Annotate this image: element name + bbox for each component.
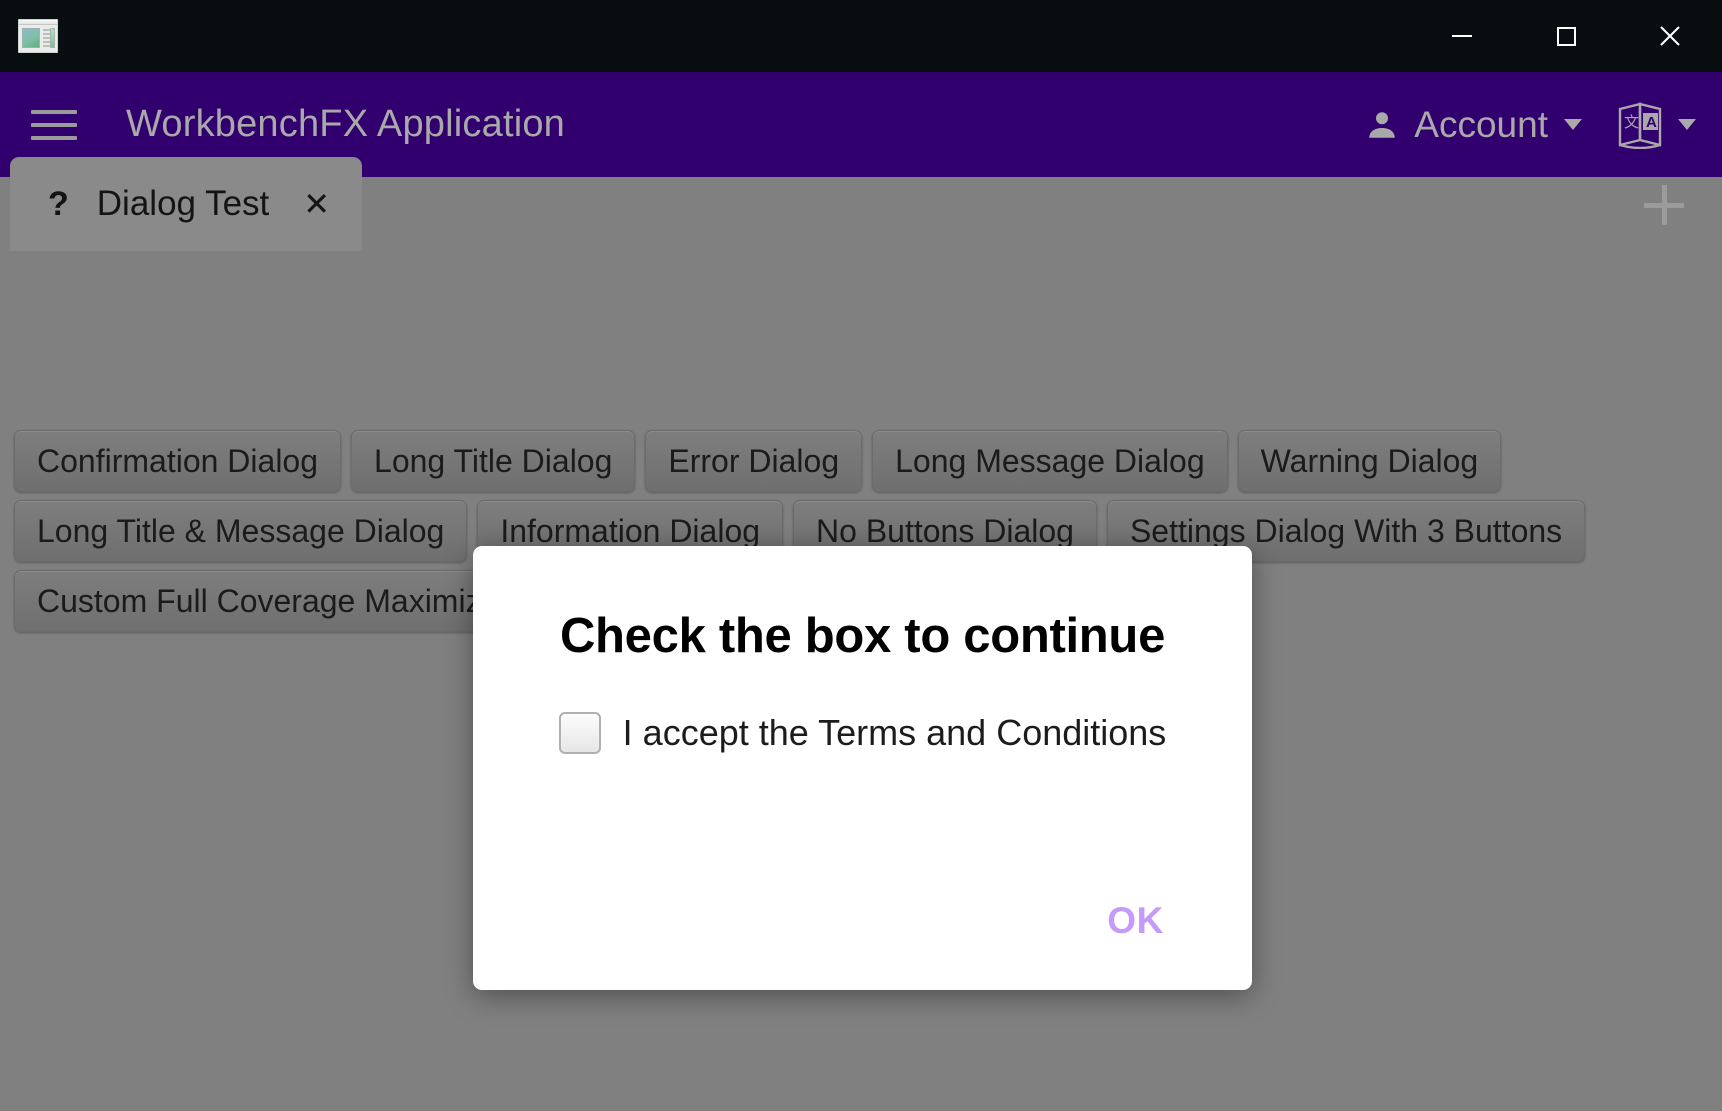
language-menu-button[interactable]: 文 A [1616,101,1696,149]
content-area: Confirmation Dialog Long Title Dialog Er… [0,177,1722,1111]
person-icon [1369,111,1396,138]
translate-icon: 文 A [1618,101,1662,149]
window-controls [1410,0,1722,72]
dialog-actions: OK [473,896,1252,946]
conditional-button-dialog: Check the box to continue I accept the T… [473,546,1252,990]
chevron-down-icon [1564,119,1582,130]
chevron-down-icon [1678,119,1696,130]
window-titlebar [0,0,1722,72]
navbar-right-actions: Account 文 A [1364,101,1722,149]
app-icon-pane [22,28,40,48]
dialog-title: Check the box to continue [559,609,1166,663]
hamburger-line [31,122,77,127]
maximize-button[interactable] [1514,0,1618,72]
minimize-button[interactable] [1410,0,1514,72]
app-icon-sidebar [50,28,55,48]
hamburger-line [31,109,77,114]
terms-checkbox-label: I accept the Terms and Conditions [622,712,1167,753]
svg-text:文: 文 [1624,113,1639,131]
terms-checkbox[interactable] [558,712,601,754]
application-window-icon [18,19,58,53]
svg-text:A: A [1646,114,1657,131]
account-menu-button[interactable]: Account [1364,104,1582,146]
close-button[interactable] [1618,0,1722,72]
hamburger-line [31,135,77,140]
account-label: Account [1414,103,1548,145]
hamburger-menu-icon[interactable] [28,103,80,147]
app-icon-titlebar-strip [19,20,57,25]
app-window: WorkbenchFX Application Account 文 A ? Di… [0,0,1722,1111]
page-title: WorkbenchFX Application [126,103,566,145]
dialog-body: I accept the Terms and Conditions [473,712,1252,754]
ok-button[interactable]: OK [1097,896,1174,946]
